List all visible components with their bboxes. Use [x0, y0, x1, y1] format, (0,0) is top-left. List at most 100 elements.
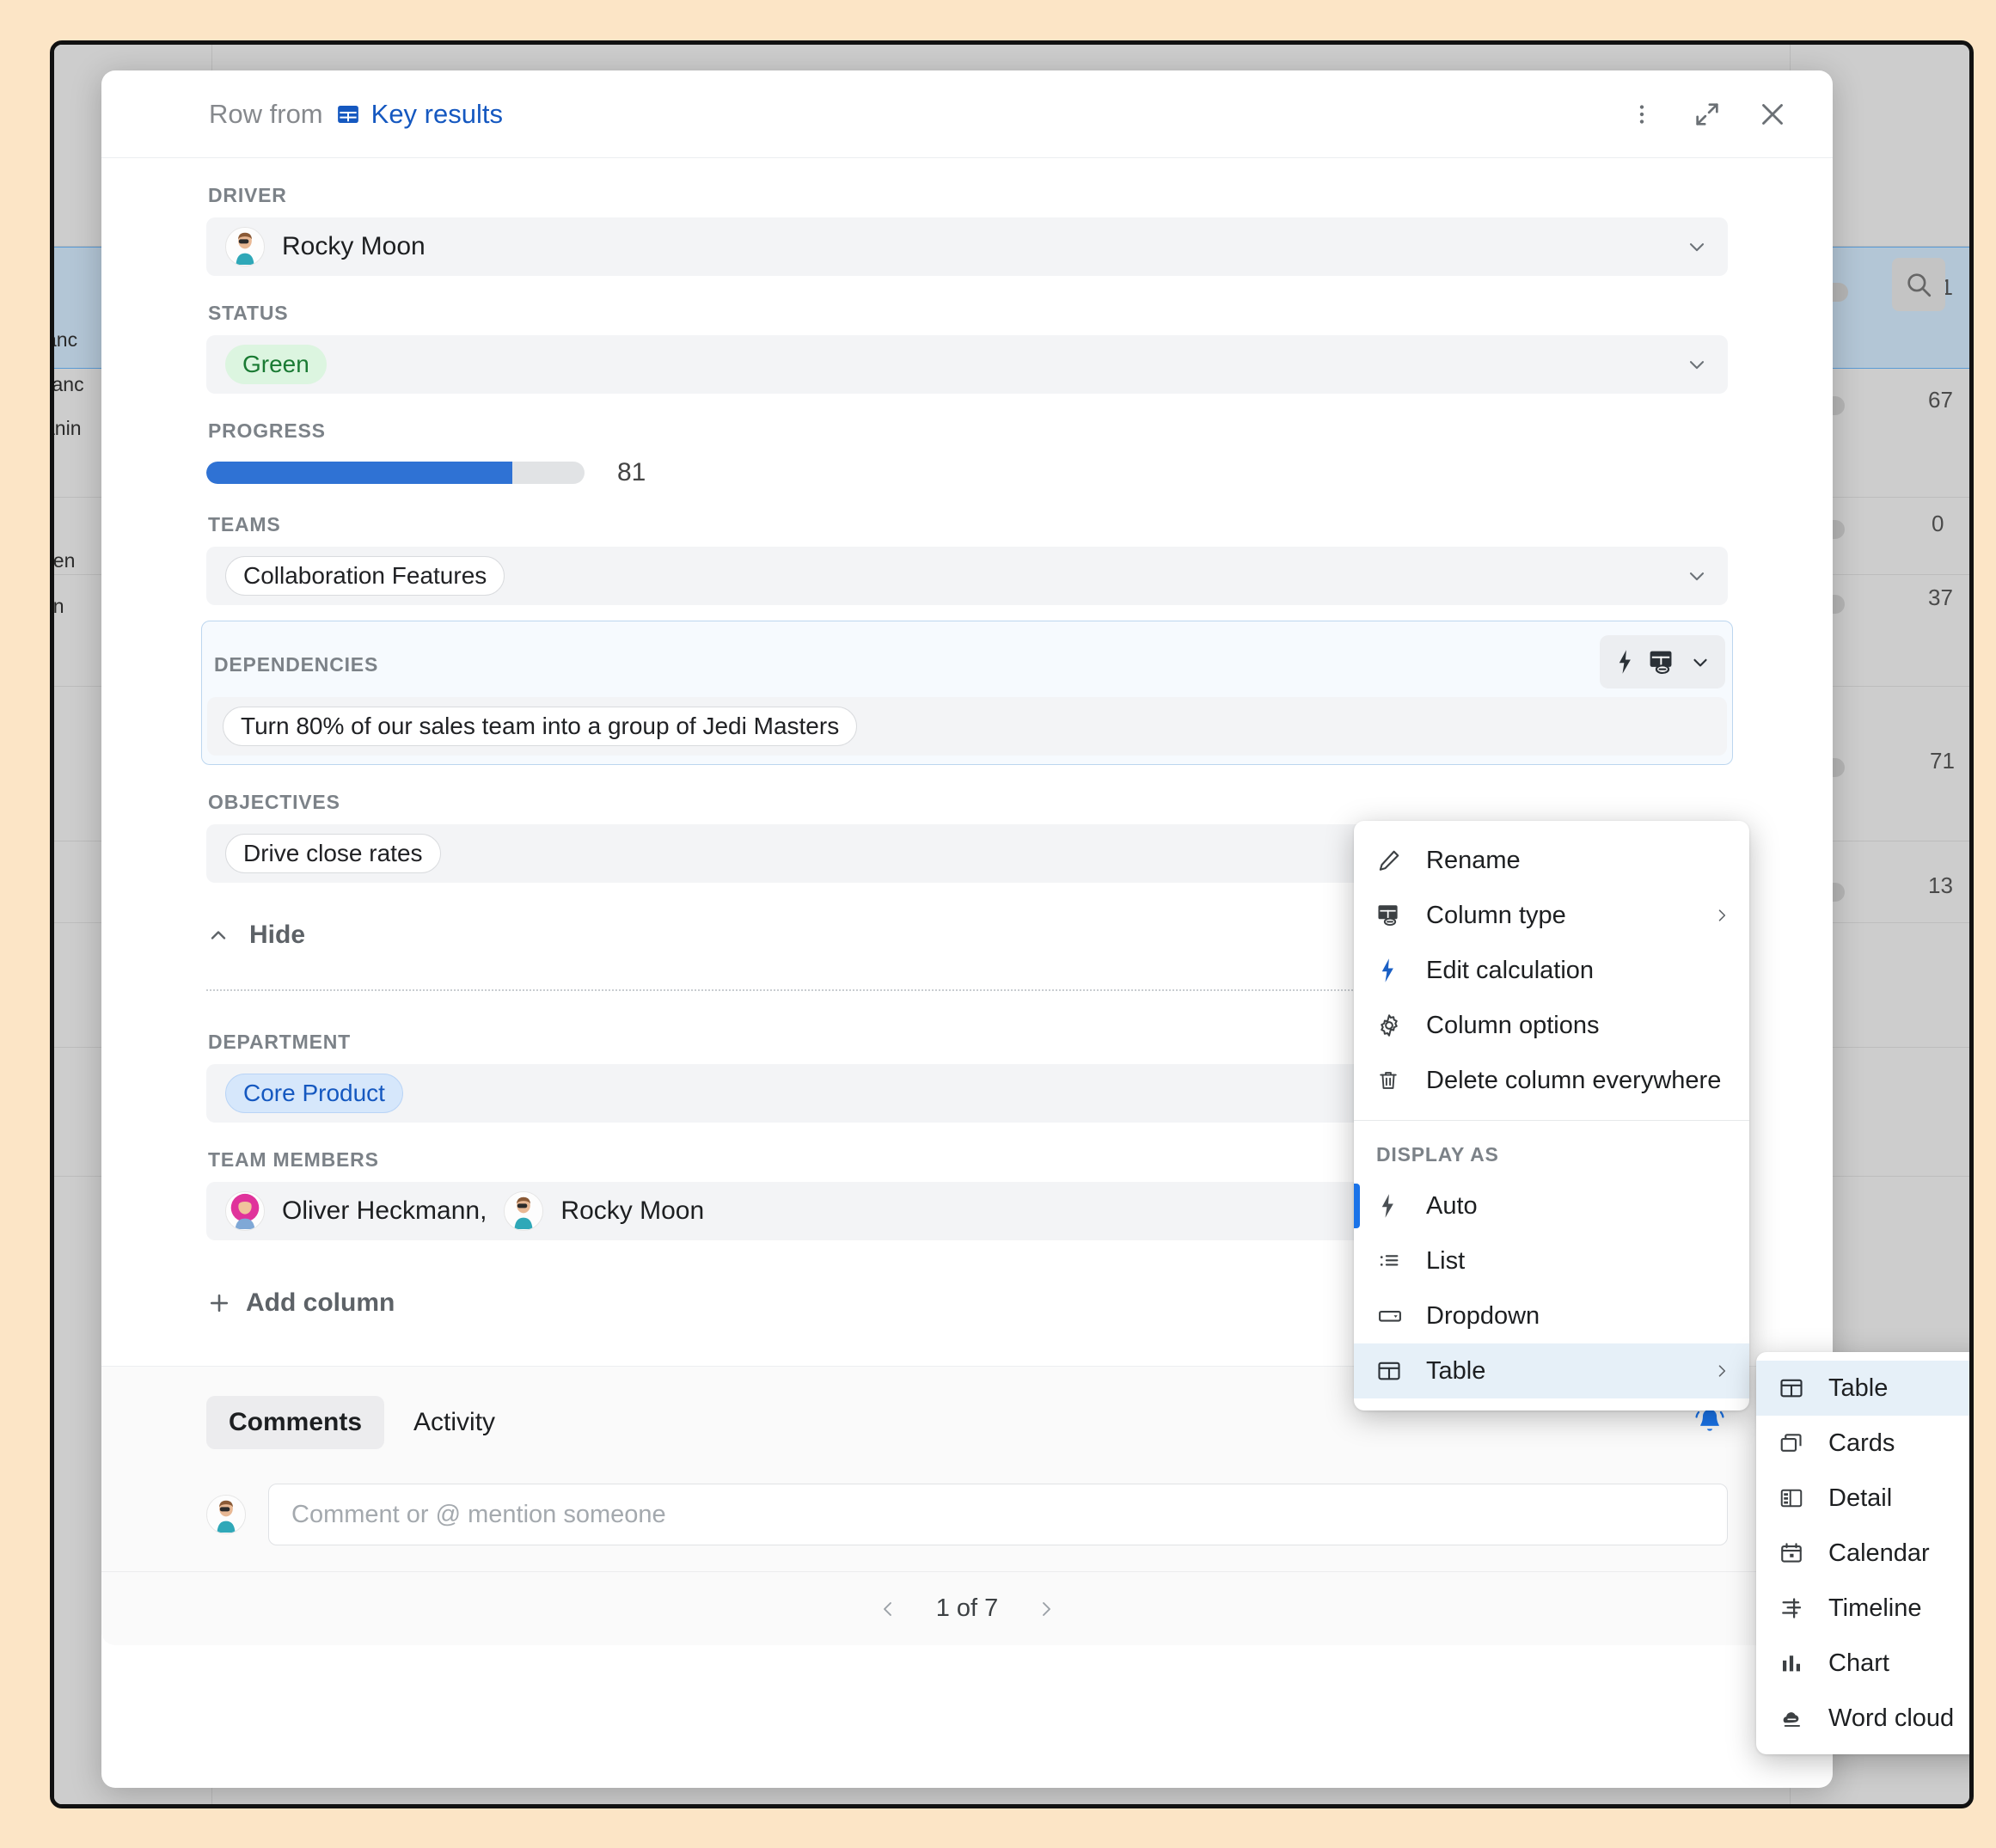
tab-comments[interactable]: Comments [206, 1396, 385, 1449]
rocky-moon-avatar [504, 1191, 544, 1231]
field-dependencies: DEPENDENCIES Turn 80% of our sales team … [201, 621, 1733, 765]
field-label-progress: PROGRESS [208, 419, 326, 442]
menu-item-column-options[interactable]: Column options [1354, 998, 1749, 1053]
breadcrumb: Row from Key results [209, 99, 503, 130]
grid-table-icon [335, 101, 361, 127]
chevron-up-icon [206, 923, 230, 947]
comment-input[interactable] [268, 1484, 1728, 1545]
cards-icon [1779, 1430, 1816, 1456]
submenu-item-timeline[interactable]: Timeline [1756, 1581, 1969, 1636]
chevron-down-icon[interactable] [1685, 235, 1709, 259]
menu-item-label: Table [1426, 1356, 1486, 1385]
grid-table-icon [1376, 1358, 1414, 1384]
chevron-down-icon[interactable] [1685, 352, 1709, 376]
more-options-button[interactable] [1619, 92, 1664, 137]
detail-panel-icon [1779, 1485, 1816, 1511]
background-label: anin [54, 417, 82, 439]
submenu-item-label: Detail [1828, 1484, 1893, 1512]
chevron-right-icon [1713, 905, 1730, 926]
menu-group-label-display-as: DISPLAY AS [1376, 1143, 1499, 1166]
menu-item-label: Column options [1426, 1011, 1600, 1039]
menu-item-display-auto[interactable]: Auto [1354, 1178, 1749, 1233]
chevron-right-icon[interactable] [1031, 1597, 1062, 1621]
linked-table-icon [1648, 648, 1677, 676]
menu-item-label: Column type [1426, 901, 1566, 929]
background-progress-value: 13 [1928, 872, 1953, 898]
display-as-submenu: Table Cards Detail Calendar Timeline Cha… [1756, 1352, 1969, 1754]
close-button[interactable] [1750, 92, 1795, 137]
comment-row [206, 1484, 1728, 1545]
status-value[interactable]: Green [206, 335, 1728, 394]
chevron-right-icon [1713, 1361, 1730, 1381]
submenu-item-calendar[interactable]: Calendar [1756, 1526, 1969, 1581]
row-pager: 1 of 7 [101, 1571, 1833, 1645]
menu-item-label: List [1426, 1246, 1466, 1275]
timeline-icon [1779, 1595, 1816, 1621]
background-label: anc [54, 328, 78, 351]
field-label-dependencies: DEPENDENCIES [214, 652, 379, 676]
department-chip: Core Product [225, 1074, 403, 1113]
status-badge: Green [225, 345, 327, 384]
dependencies-column-menu-button[interactable] [1600, 635, 1725, 688]
menu-item-display-list[interactable]: List [1354, 1233, 1749, 1288]
trash-icon [1376, 1068, 1414, 1093]
field-driver: DRIVER Rocky Moon [101, 158, 1833, 276]
menu-item-edit-calculation[interactable]: Edit calculation [1354, 943, 1749, 998]
menu-item-label: Dropdown [1426, 1301, 1540, 1330]
progress-track [206, 462, 585, 484]
breadcrumb-table-name: Key results [370, 98, 503, 129]
menu-item-display-dropdown[interactable]: Dropdown [1354, 1288, 1749, 1343]
oliver-heckmann-avatar [225, 1191, 265, 1231]
submenu-item-detail[interactable]: Detail [1756, 1471, 1969, 1526]
teams-value[interactable]: Collaboration Features [206, 547, 1728, 605]
field-label-objectives: OBJECTIVES [208, 791, 340, 813]
modal-header: Row from Key results [101, 70, 1833, 158]
expand-diagonal-icon [1693, 100, 1722, 129]
menu-item-label: Auto [1426, 1191, 1478, 1220]
submenu-item-label: Word cloud [1828, 1704, 1955, 1732]
submenu-item-cards[interactable]: Cards [1756, 1416, 1969, 1471]
menu-item-label: Delete column everywhere [1426, 1066, 1722, 1094]
menu-item-column-type[interactable]: Column type [1354, 888, 1749, 943]
progress-row[interactable]: 81 [206, 453, 1728, 487]
menu-item-delete-column[interactable]: Delete column everywhere [1354, 1053, 1749, 1108]
plus-icon [206, 1290, 232, 1316]
app-window: anc Janc anin pen on 81 67 0 37 71 13 [50, 40, 1974, 1808]
submenu-item-chart[interactable]: Chart [1756, 1636, 1969, 1691]
menu-divider [1354, 1120, 1749, 1121]
field-label-teams: TEAMS [208, 513, 281, 535]
rocky-moon-avatar [225, 227, 265, 266]
background-progress-value: 0 [1932, 511, 1944, 536]
lightning-bolt-icon [1376, 1193, 1414, 1219]
menu-item-rename[interactable]: Rename [1354, 833, 1749, 888]
expand-button[interactable] [1685, 92, 1730, 137]
background-progress-value: 67 [1928, 387, 1953, 413]
field-label-driver: DRIVER [208, 184, 287, 206]
dependency-chip: Turn 80% of our sales team into a group … [223, 707, 858, 746]
progress-fill [206, 462, 513, 484]
chevron-left-icon[interactable] [872, 1597, 903, 1621]
menu-item-label: Edit calculation [1426, 956, 1595, 984]
driver-value[interactable]: Rocky Moon [206, 217, 1728, 276]
submenu-item-word-cloud[interactable]: Word cloud [1756, 1691, 1969, 1746]
background-progress-value: 37 [1928, 584, 1953, 610]
team-chip: Collaboration Features [225, 556, 505, 596]
search-icon [1904, 270, 1933, 299]
add-column-label: Add column [246, 1288, 395, 1317]
objective-chip: Drive close rates [225, 834, 441, 873]
chevron-down-icon[interactable] [1685, 564, 1709, 588]
dependencies-value[interactable]: Turn 80% of our sales team into a group … [207, 697, 1727, 756]
background-progress-value: 71 [1930, 748, 1955, 774]
search-button[interactable] [1892, 258, 1945, 311]
dependencies-header: DEPENDENCIES [207, 625, 1727, 697]
team-member-name-1: Oliver Heckmann, [282, 1196, 487, 1225]
lightning-bolt-icon [1613, 649, 1636, 675]
tab-activity[interactable]: Activity [391, 1396, 517, 1449]
lightning-bolt-blue-icon [1376, 958, 1414, 983]
background-label: pen [52, 549, 76, 572]
dropdown-icon [1376, 1303, 1414, 1329]
menu-item-display-table[interactable]: Table [1354, 1343, 1749, 1398]
submenu-item-table[interactable]: Table [1756, 1361, 1969, 1416]
linked-table-icon [1376, 903, 1414, 928]
bar-chart-icon [1779, 1650, 1816, 1676]
